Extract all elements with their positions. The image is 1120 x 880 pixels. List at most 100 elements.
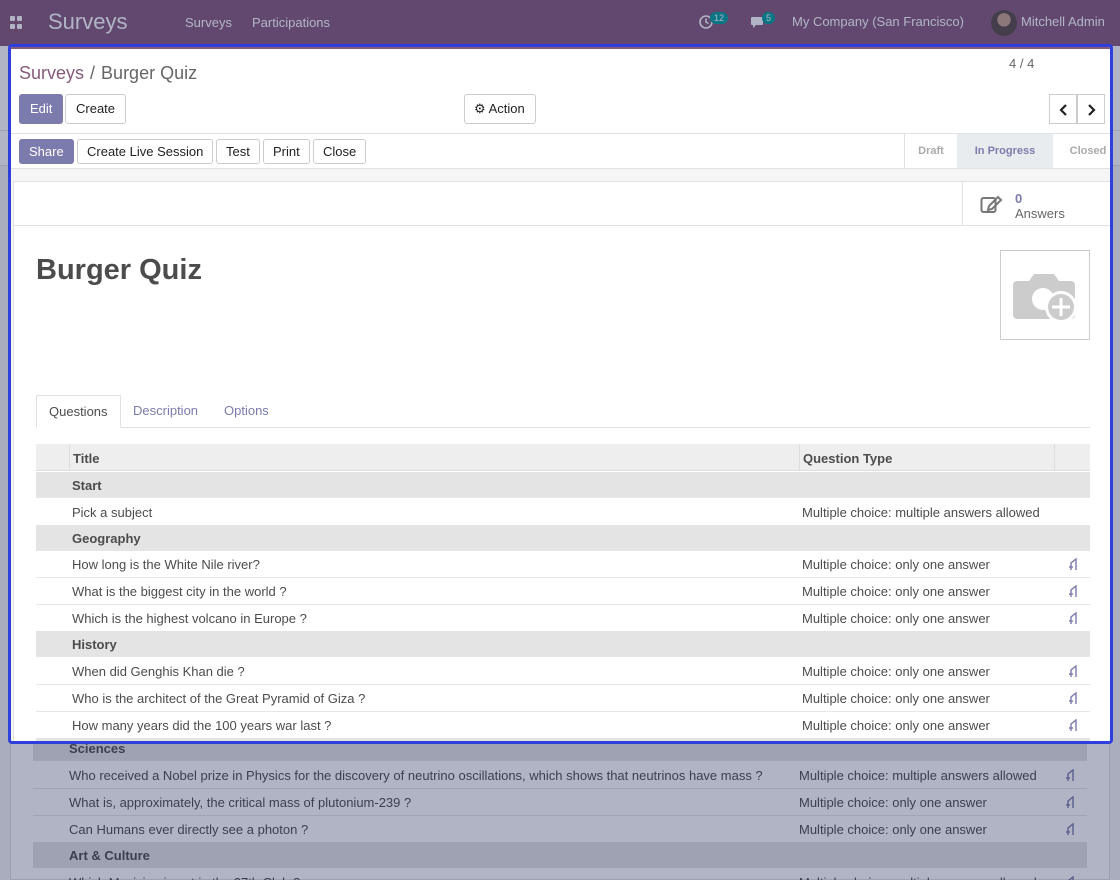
header-divider [1054,444,1055,471]
question-title: How long is the White Nile river? [72,557,260,572]
apps-grid-icon[interactable] [10,16,23,29]
tab-description[interactable]: Description [121,395,210,428]
section-row[interactable]: Sciences [36,738,1090,741]
edit-button[interactable]: Edit [19,94,64,124]
question-type: Multiple choice: multiple answers allowe… [799,768,1037,783]
conditional-display-icon[interactable] [1068,585,1079,598]
tab-questions[interactable]: Questions [36,395,121,428]
stage-draft[interactable]: Draft [905,134,957,168]
section-row[interactable]: Geography [36,525,1090,551]
header-divider [69,444,70,471]
question-type: Multiple choice: only one answer [802,691,990,706]
section-row[interactable]: Art & Culture [33,842,1087,868]
top-navbar: Surveys Surveys Participations 12 5 My C… [0,0,1120,46]
question-title: What is, approximately, the critical mas… [69,795,412,810]
breadcrumb-current: Burger Quiz [101,63,198,83]
question-title: Which is the highest volcano in Europe ? [72,611,307,626]
conditional-display-icon[interactable] [1065,769,1076,782]
smart-button-box [13,181,1110,226]
conditional-display-icon[interactable] [1068,719,1079,732]
conditional-display-icon[interactable] [1068,558,1079,571]
question-title: Which Musician is not in the 27th Club ? [69,875,300,880]
table-row[interactable]: How long is the White Nile river? Multipl… [36,551,1090,578]
tab-options[interactable]: Options [212,395,281,428]
breadcrumb-separator: / [90,63,96,83]
chevron-right-icon [1088,104,1096,116]
answers-label: Answers [1015,206,1065,221]
company-switcher[interactable]: My Company (San Francisco) [792,14,964,29]
question-type: Multiple choice: only one answer [802,557,990,572]
survey-image-upload[interactable] [1000,250,1090,340]
question-title: How many years did the 100 years war las… [72,718,332,733]
create-live-session-button[interactable]: Create Live Session [77,139,214,164]
user-menu[interactable]: Mitchell Admin [1021,14,1105,29]
section-row[interactable]: History [36,631,1090,657]
stage-in-progress[interactable]: In Progress [957,134,1053,168]
pager-next-button[interactable] [1077,94,1105,124]
pencil-square-icon [980,195,1003,213]
stage-closed[interactable]: Closed [1053,134,1110,168]
pager-previous-button[interactable] [1049,94,1077,124]
answers-count: 0 [1015,191,1023,206]
question-type: Multiple choice: only one answer [802,718,990,733]
user-avatar[interactable] [991,10,1017,36]
conditional-display-icon[interactable] [1068,665,1079,678]
camera-plus-icon [1013,274,1077,323]
question-type: Multiple choice: multiple answers allowe… [802,505,1040,520]
breadcrumb-surveys-link[interactable]: Surveys [19,63,84,83]
menu-participations[interactable]: Participations [252,15,330,30]
messages-badge: 5 [762,12,776,24]
action-label: Action [488,101,525,116]
table-row[interactable]: Which Musician is not in the 27th Club ?… [33,869,1087,880]
question-title: Can Humans ever directly see a photon ? [69,822,309,837]
conditional-display-icon[interactable] [1065,823,1076,836]
table-row[interactable]: Who is the architect of the Great Pyrami… [36,685,1090,712]
column-question-type-header[interactable]: Question Type [803,451,892,466]
table-row[interactable]: What is, approximately, the critical mas… [33,789,1087,816]
chevron-left-icon [1059,104,1067,116]
conditional-display-icon[interactable] [1068,692,1079,705]
questions-table-header [36,444,1090,471]
test-button[interactable]: Test [216,139,260,164]
close-button[interactable]: Close [313,139,367,164]
table-row[interactable]: Can Humans ever directly see a photon ? M… [33,816,1087,843]
print-button[interactable]: Print [263,139,310,164]
share-button[interactable]: Share [19,139,74,164]
question-type: Multiple choice: only one answer [799,822,987,837]
menu-surveys[interactable]: Surveys [185,15,232,30]
table-row[interactable]: Who received a Nobel prize in Physics fo… [33,762,1087,789]
highlight-frame: Surveys Surveys Participations 12 5 My C… [8,44,1113,744]
action-button[interactable]: ⚙ Action [464,94,536,124]
question-type: Multiple choice: only one answer [802,664,990,679]
section-title: History [72,637,117,652]
section-title: Start [72,478,102,493]
survey-title[interactable]: Burger Quiz [36,254,202,287]
section-row[interactable]: Start [36,472,1090,498]
header-divider [799,444,800,471]
question-title: Who received a Nobel prize in Physics fo… [69,768,763,783]
breadcrumb: Surveys /Burger Quiz [19,63,197,84]
table-row[interactable]: When did Genghis Khan die ? Multiple choi… [36,658,1090,685]
table-row[interactable]: What is the biggest city in the world ? M… [36,578,1090,605]
conditional-display-icon[interactable] [1065,876,1076,880]
control-panel: Surveys /Burger Quiz [11,49,1110,134]
create-button[interactable]: Create [65,94,127,124]
pager-value[interactable]: 4 / 4 [1009,56,1034,71]
question-type: Multiple choice: only one answer [802,584,990,599]
question-title: When did Genghis Khan die ? [72,664,245,679]
section-title: Art & Culture [69,848,150,863]
question-type: Multiple choice: only one answer [799,795,987,810]
question-title: Pick a subject [72,505,153,520]
table-row[interactable]: How many years did the 100 years war las… [36,712,1090,739]
column-title-header[interactable]: Title [73,451,100,466]
question-title: What is the biggest city in the world ? [72,584,287,599]
app-brand[interactable]: Surveys [48,9,127,35]
gear-icon: ⚙ [474,101,486,116]
section-title: Geography [72,531,141,546]
table-row[interactable]: Which is the highest volcano in Europe ?… [36,605,1090,632]
question-type: Multiple choice: only one answer [802,611,990,626]
conditional-display-icon[interactable] [1068,612,1079,625]
activity-badge: 12 [710,12,729,24]
table-row[interactable]: Pick a subject Multiple choice: multiple … [36,499,1090,526]
conditional-display-icon[interactable] [1065,796,1076,809]
